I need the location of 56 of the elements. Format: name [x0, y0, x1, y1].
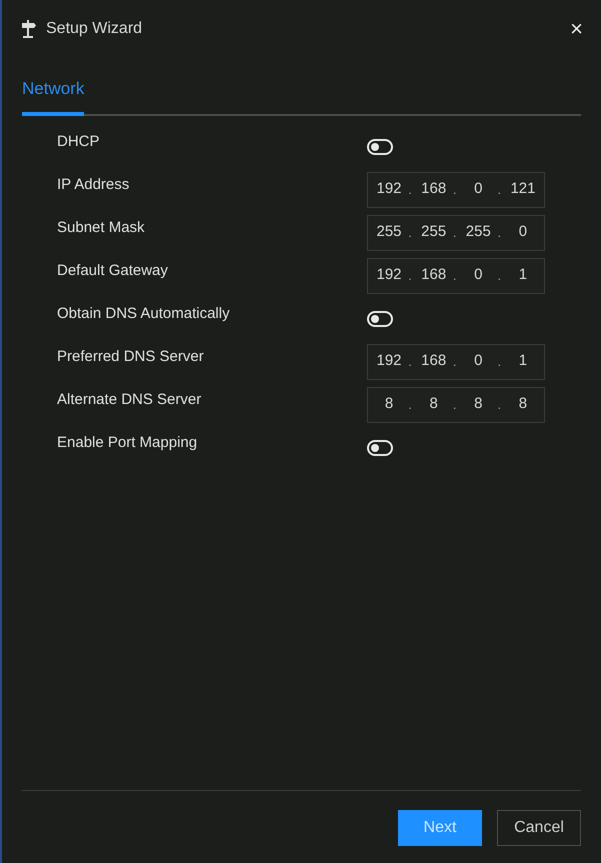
ip-separator: .	[407, 266, 413, 285]
ip-address-field[interactable]: 192 . 168 . 0 . 121	[367, 172, 545, 208]
ip-separator: .	[452, 180, 458, 199]
ip-octet: 255	[464, 222, 492, 242]
ip-address-field[interactable]: 8 . 8 . 8 . 8	[367, 386, 545, 422]
ip-address-field[interactable]: 192 . 168 . 0 . 1	[367, 258, 545, 294]
ip-octet: 192	[375, 179, 403, 200]
ip-octet: 192	[375, 265, 403, 286]
field-label: Default Gateway	[57, 261, 169, 282]
ip-octet: 1	[518, 351, 528, 372]
field-label: DHCP	[57, 132, 101, 152]
ip-octet: 255	[420, 222, 448, 242]
ip-octet: 0	[473, 351, 484, 372]
field-label: Subnet Mask	[57, 218, 146, 238]
field-label: Alternate DNS Server	[57, 390, 202, 410]
ip-separator: .	[496, 352, 502, 371]
ip-octet: 8	[428, 394, 439, 414]
ip-separator: .	[407, 396, 413, 414]
ip-octet: 192	[375, 351, 403, 372]
ip-separator: .	[452, 396, 458, 414]
ip-address-field[interactable]: 255 . 255 . 255 . 0	[367, 214, 545, 250]
ip-separator: .	[452, 352, 458, 371]
ip-separator: .	[407, 180, 413, 199]
toggle-switch[interactable]	[367, 310, 393, 326]
window-title: Setup Wizard	[46, 19, 142, 39]
toggle-switch[interactable]	[367, 440, 393, 456]
toggle-switch[interactable]	[367, 138, 393, 154]
field-label: Obtain DNS Automatically	[57, 304, 231, 324]
cancel-button[interactable]: Cancel	[497, 810, 581, 846]
ip-octet: 255	[375, 222, 403, 242]
ip-separator: .	[496, 396, 502, 414]
ip-octet: 8	[518, 394, 528, 414]
ip-octet: 168	[420, 351, 448, 372]
ip-octet: 8	[384, 394, 394, 414]
ip-separator: .	[496, 224, 502, 242]
ip-octet: 8	[473, 394, 484, 414]
ip-separator: .	[452, 224, 458, 242]
ip-octet: 168	[420, 265, 448, 286]
field-label: IP Address	[57, 175, 130, 196]
field-label: Preferred DNS Server	[57, 347, 205, 368]
ip-separator: .	[496, 266, 502, 285]
ip-address-field[interactable]: 192 . 168 . 0 . 1	[367, 344, 545, 380]
ip-octet: 1	[518, 265, 528, 286]
tab[interactable]: Network	[22, 76, 84, 116]
close-button[interactable]: ×	[570, 18, 583, 40]
ip-octet: 121	[509, 179, 536, 200]
field-label: Enable Port Mapping	[57, 433, 198, 454]
ip-octet: 0	[473, 265, 484, 286]
signpost-icon	[20, 20, 36, 38]
ip-octet: 168	[420, 179, 448, 200]
ip-separator: .	[496, 180, 502, 199]
ip-separator: .	[407, 224, 413, 242]
ip-octet: 0	[518, 222, 528, 242]
ip-octet: 0	[473, 179, 484, 200]
ip-separator: .	[407, 352, 413, 371]
ip-separator: .	[452, 266, 458, 285]
